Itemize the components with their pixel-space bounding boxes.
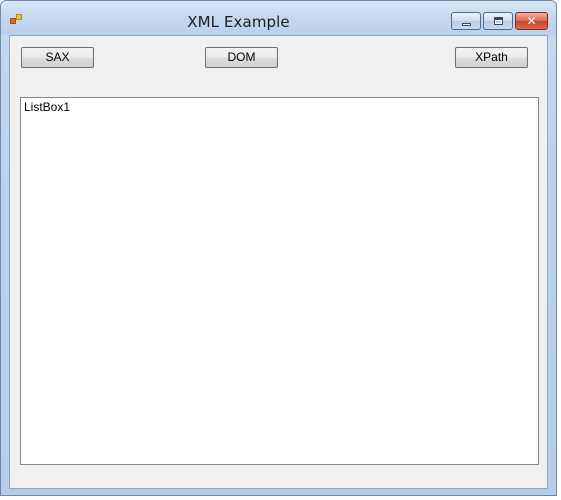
- listbox-item[interactable]: ListBox1: [24, 100, 70, 114]
- maximize-button[interactable]: [483, 12, 513, 30]
- caption-buttons: ✕: [451, 12, 548, 30]
- title-bar[interactable]: XML Example ✕: [1, 1, 556, 35]
- close-icon: ✕: [526, 14, 537, 28]
- dom-button[interactable]: DOM: [205, 47, 278, 68]
- listbox[interactable]: ListBox1: [20, 97, 539, 465]
- sax-button[interactable]: SAX: [21, 47, 94, 68]
- minimize-button[interactable]: [451, 12, 481, 30]
- client-area: SAX DOM XPath ListBox1: [9, 35, 548, 489]
- close-button[interactable]: ✕: [515, 12, 548, 30]
- xpath-button[interactable]: XPath: [455, 47, 528, 68]
- window-title: XML Example: [187, 13, 290, 31]
- main-window: XML Example ✕ SAX DOM XPath ListBox1: [0, 0, 557, 496]
- maximize-icon: [494, 17, 503, 25]
- minimize-icon: [462, 23, 471, 26]
